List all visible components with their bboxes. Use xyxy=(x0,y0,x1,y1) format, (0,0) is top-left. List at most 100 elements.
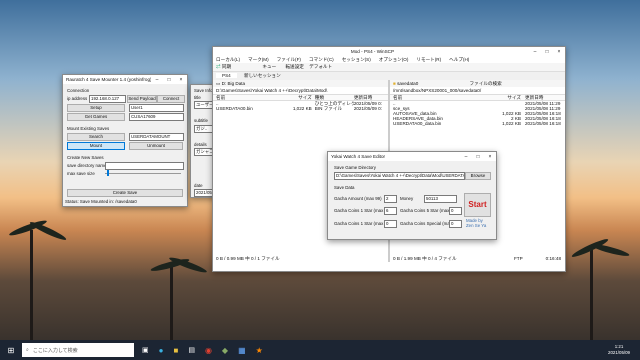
editor-app-icon[interactable]: ★ xyxy=(256,346,263,355)
col-name[interactable]: 名前 xyxy=(213,95,286,100)
edge-icon[interactable]: ● xyxy=(159,346,164,355)
mount-existing-label: Mount Existing Saves xyxy=(67,126,110,131)
chrome-icon[interactable]: ◉ xyxy=(205,346,212,355)
palm-leaf xyxy=(589,241,631,259)
windows-start-icon[interactable]: ⊞ xyxy=(0,346,22,355)
right-folder-label[interactable]: savedata0 xyxy=(397,81,418,86)
title-label: title xyxy=(194,95,201,100)
winscp-icon[interactable]: ▦ xyxy=(238,346,246,355)
save-dir-input[interactable] xyxy=(105,162,184,170)
gacha-amount-input[interactable]: 2 xyxy=(384,195,397,203)
tray-clock[interactable]: 1:21 2021/05/09 xyxy=(608,344,630,356)
user-select[interactable]: User1 xyxy=(129,104,184,112)
menu-command[interactable]: コマンド(C) xyxy=(309,57,334,62)
menu-remote[interactable]: リモート(R) xyxy=(416,57,441,62)
browse-button[interactable]: Browse xyxy=(465,172,491,180)
menu-mark[interactable]: マーク(M) xyxy=(248,57,269,62)
start-button[interactable]: Start xyxy=(464,193,491,217)
file-date: 2021/05/09 0: xyxy=(353,106,382,111)
menu-option[interactable]: オプション(O) xyxy=(379,57,409,62)
gacha-coins-1star-b-label: Gacha Coins 1 Star (max 99) xyxy=(334,221,391,226)
file-date: 2021/05/08 16:18 xyxy=(525,121,561,126)
title-bar: Yokai Watch 4 Save Editor – □ × xyxy=(328,152,496,161)
create-save-button[interactable]: Create Save xyxy=(67,189,183,197)
search-icon: ⌕ xyxy=(26,347,29,353)
menu-help[interactable]: ヘルプ(H) xyxy=(449,57,469,62)
menu-local[interactable]: ローカル(L) xyxy=(216,57,240,62)
tab-ps4[interactable]: PS4 xyxy=(216,73,237,78)
col-date[interactable]: 更新日時 xyxy=(521,95,565,100)
maximize-button[interactable]: □ xyxy=(163,77,175,83)
money-input[interactable]: 50113 xyxy=(424,195,457,203)
slider-thumb[interactable] xyxy=(107,170,109,176)
maximize-button[interactable]: □ xyxy=(541,49,553,55)
protocol-label: FTP xyxy=(514,256,523,261)
gacha-coins-1star-b-input[interactable]: 0 xyxy=(384,220,397,228)
search-button[interactable]: Search xyxy=(67,133,125,141)
gacha-coins-1star-input[interactable]: 6 xyxy=(384,207,397,215)
col-size[interactable]: サイズ xyxy=(286,95,312,100)
setup-button[interactable]: Setup xyxy=(67,104,125,112)
col-size[interactable]: サイズ xyxy=(493,95,521,100)
close-button[interactable]: × xyxy=(175,77,187,83)
find-files-button[interactable]: ファイルの検索 xyxy=(470,81,502,86)
right-path[interactable]: /mnt/sandbox/NPXS20001_000/savedata0/ xyxy=(390,87,565,95)
max-save-label: max save size xyxy=(67,171,95,176)
left-drive-label: D: Big Data xyxy=(221,81,246,86)
unmount-button[interactable]: Unmount xyxy=(129,142,183,150)
menu-file[interactable]: ファイル(F) xyxy=(277,57,301,62)
col-name[interactable]: 名前 xyxy=(390,95,493,100)
sync-button[interactable]: 同期 xyxy=(222,64,231,69)
max-save-slider[interactable] xyxy=(105,173,181,174)
window-title: Mod - PS4 - WinSCP xyxy=(350,49,395,54)
drive-icon: ▭ xyxy=(216,81,221,86)
connection-label: Connection xyxy=(67,88,90,93)
explorer-icon[interactable]: ■ xyxy=(173,346,178,355)
credit-text: Made by Zen Se Ya xyxy=(466,218,487,228)
folder-icon: ■ xyxy=(393,81,396,86)
session-clock: 0:16:48 xyxy=(545,256,561,261)
maximize-button[interactable]: □ xyxy=(472,154,484,160)
minimize-button[interactable]: – xyxy=(460,154,472,160)
menu-session[interactable]: セッション(S) xyxy=(342,57,371,62)
directory-input[interactable]: D:\Games\Saves\Yokai Watch 4 ++\Decrypt\… xyxy=(334,172,465,180)
save-data-group-label: Save Data xyxy=(334,185,355,190)
store-icon[interactable]: ▤ xyxy=(188,346,195,354)
app-icon[interactable]: ◆ xyxy=(222,346,228,355)
gacha-coins-special-input[interactable]: 0 xyxy=(449,220,462,228)
palm-tree xyxy=(590,250,593,340)
get-games-button[interactable]: Get Games xyxy=(67,113,125,121)
queue-button[interactable]: キュー xyxy=(262,64,276,69)
transfer-label: 転送設定 xyxy=(285,64,304,69)
gacha-coins-5star-input[interactable]: 0 xyxy=(449,207,462,215)
col-date[interactable]: 更新日時 xyxy=(354,95,388,100)
left-path[interactable]: D:\Games\Saves\Yokai Watch 4 ++\Decrypt\… xyxy=(213,87,388,95)
window-title: Rauratch 4 Save Mounter 1.4 (yoshinfrog) xyxy=(66,77,151,82)
sync-icon[interactable]: ⇄ xyxy=(216,64,221,69)
left-status: 0 B / 0.99 MB 中 0 / 1 ファイル xyxy=(216,256,280,261)
ip-input[interactable]: 192.168.0.127 xyxy=(89,95,126,103)
taskbar-search[interactable]: ⌕ ここに入力して検索 xyxy=(22,343,134,357)
minimize-button[interactable]: – xyxy=(529,49,541,55)
col-type[interactable]: 種類 xyxy=(312,95,354,100)
table-row[interactable]: USERDATA00_data.bin 1,022 KB 2021/05/08 16… xyxy=(390,121,565,126)
tab-new-session[interactable]: 新しいセッション xyxy=(238,73,287,78)
default-select[interactable]: デフォルト xyxy=(309,64,332,69)
game-select[interactable]: CUSA17609 xyxy=(129,113,184,121)
subtitle-label: subtitle xyxy=(194,118,208,123)
gacha-coins-1star-label: Gacha Coins 1 Star (max 99) xyxy=(334,208,391,213)
close-button[interactable]: × xyxy=(553,49,565,55)
connect-button[interactable]: Connect xyxy=(157,95,185,103)
right-location: ■ savedata0 ファイルの検索 xyxy=(390,80,565,87)
mount-button[interactable]: Mount xyxy=(67,142,125,150)
table-row[interactable]: USERDATA00.bin 1,022 KB BIN ファイル 2021/05/09… xyxy=(213,106,388,111)
minimize-button[interactable]: – xyxy=(151,77,163,83)
task-view-icon[interactable]: ▣ xyxy=(142,346,149,354)
save-select[interactable]: USERDATAMOUNT xyxy=(129,133,184,141)
menu-bar: ローカル(L) マーク(M) ファイル(F) コマンド(C) セッション(S) オプション… xyxy=(213,56,565,63)
left-drive[interactable]: ▭ D: Big Data xyxy=(213,80,388,87)
close-button[interactable]: × xyxy=(484,154,496,160)
save-editor-window: Yokai Watch 4 Save Editor – □ × Save Game D… xyxy=(327,151,497,240)
send-payload-button[interactable]: Send Payload xyxy=(127,95,157,103)
directory-group-label: Save Game Directory xyxy=(334,165,376,170)
